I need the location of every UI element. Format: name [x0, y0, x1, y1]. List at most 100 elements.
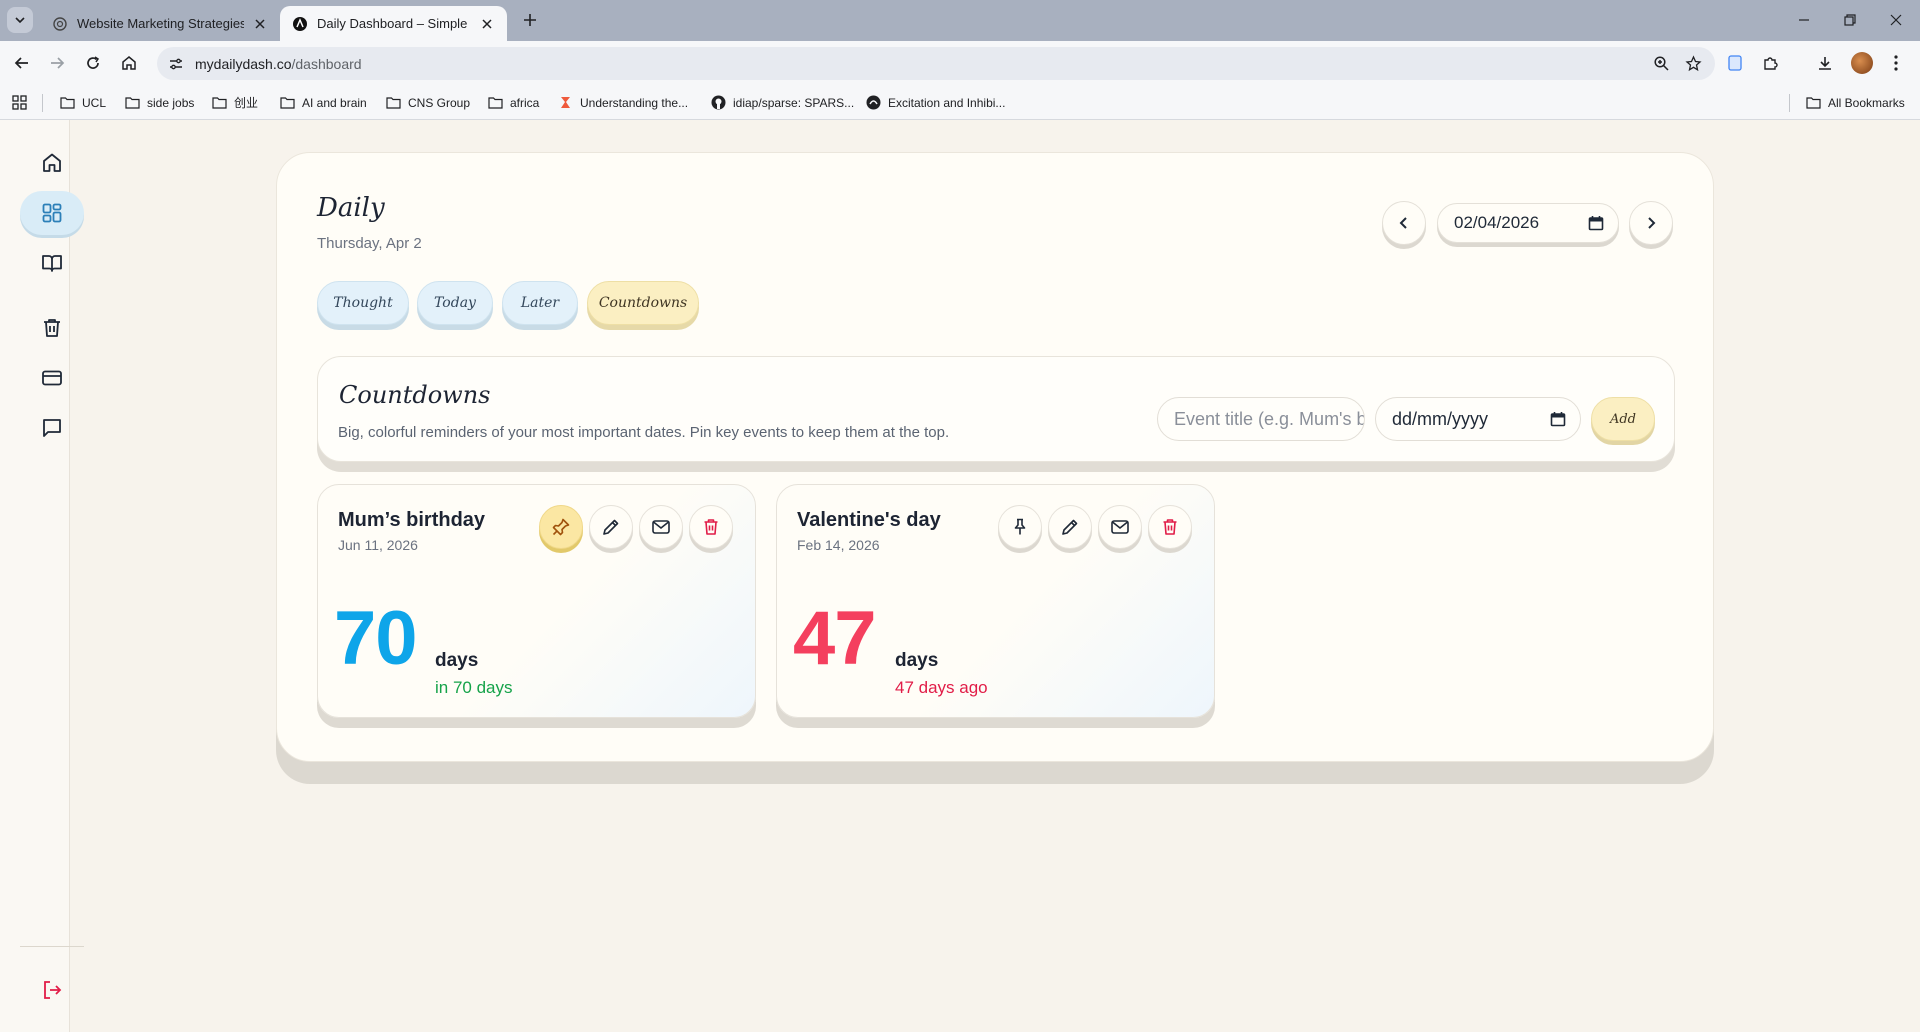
- bookmark-ai-and-brain[interactable]: AI and brain: [280, 85, 367, 120]
- email-button[interactable]: [1098, 505, 1142, 549]
- minimize-icon[interactable]: [1794, 10, 1814, 30]
- edit-button[interactable]: [589, 505, 633, 549]
- bookmark-label: idiap/sparse: SPARS...: [733, 95, 855, 110]
- event-date-input[interactable]: dd/mm/yyyy: [1375, 397, 1581, 441]
- folder-icon: [386, 97, 401, 109]
- calendar-icon[interactable]: [1588, 215, 1604, 231]
- profile-avatar[interactable]: [1851, 52, 1873, 74]
- sidebar: [0, 120, 84, 1032]
- pencil-icon: [603, 519, 619, 535]
- sidebar-item-journal[interactable]: [20, 241, 84, 285]
- browser-toolbar: mydailydash.co/dashboard: [0, 41, 1920, 85]
- event-date-placeholder: dd/mm/yyyy: [1392, 408, 1489, 429]
- all-bookmarks[interactable]: All Bookmarks: [1806, 85, 1905, 120]
- dashboard-grid-icon: [42, 203, 62, 223]
- bookmark-chuangye[interactable]: 创业: [212, 85, 258, 120]
- pin-button[interactable]: [998, 505, 1042, 549]
- bookmark-star-icon[interactable]: [1683, 54, 1703, 74]
- new-tab-plus-icon[interactable]: [520, 10, 540, 30]
- reload-icon: [87, 56, 100, 69]
- book-icon: [42, 255, 62, 272]
- sidebar-item-messages[interactable]: [20, 406, 84, 450]
- countdown-relative: in 70 days: [435, 678, 513, 697]
- email-button[interactable]: [639, 505, 683, 549]
- calendar-icon[interactable]: [1550, 411, 1566, 427]
- bookmark-excitation[interactable]: Excitation and Inhibi...: [866, 85, 1005, 120]
- bookmark-understanding[interactable]: Understanding the...: [558, 85, 688, 120]
- tab-countdowns[interactable]: Countdowns: [587, 281, 699, 325]
- bookmark-side-jobs[interactable]: side jobs: [125, 85, 194, 120]
- menu-kebab-icon[interactable]: [1884, 51, 1908, 75]
- browser-tab-dashboard[interactable]: Daily Dashboard – Simple Life &: [280, 6, 507, 41]
- apps-grid-icon[interactable]: [12, 85, 34, 120]
- downloads-icon[interactable]: [1813, 51, 1837, 75]
- countdown-date: Jun 11, 2026: [338, 537, 418, 553]
- bookmark-cns-group[interactable]: CNS Group: [386, 85, 470, 120]
- sidebar-item-billing[interactable]: [20, 356, 84, 400]
- tab-search-button[interactable]: [7, 7, 33, 33]
- pin-icon: [552, 518, 570, 536]
- tab-today[interactable]: Today: [417, 281, 493, 325]
- home-icon: [43, 153, 61, 172]
- countdown-date: Feb 14, 2026: [797, 537, 880, 553]
- tab-thought[interactable]: Thought: [317, 281, 409, 325]
- back-button[interactable]: [10, 51, 34, 75]
- home-button[interactable]: [117, 51, 141, 75]
- sidebar-item-trash[interactable]: [20, 306, 84, 350]
- bookmark-label: UCL: [82, 95, 107, 110]
- tab-title: Daily Dashboard – Simple Life &: [317, 16, 471, 31]
- close-icon[interactable]: [479, 16, 495, 32]
- daily-card: Daily Thursday, Apr 2 02/04/2026 Thought…: [276, 152, 1714, 762]
- site-info-icon[interactable]: [165, 53, 187, 75]
- app-favicon-icon: [293, 16, 307, 31]
- bookmark-idiap-sparse[interactable]: idiap/sparse: SPARS...: [711, 85, 854, 120]
- countdown-unit: days: [895, 650, 939, 671]
- sidebar-item-dashboard[interactable]: [20, 191, 84, 235]
- bookmark-label: 创业: [234, 96, 259, 110]
- address-bar[interactable]: mydailydash.co/dashboard: [157, 47, 1715, 80]
- browser-tab-marketing[interactable]: Website Marketing Strategies: [40, 6, 280, 41]
- doc-extension-icon[interactable]: [1723, 51, 1747, 75]
- delete-button[interactable]: [689, 505, 733, 549]
- forward-button[interactable]: [45, 51, 69, 75]
- extensions-puzzle-icon[interactable]: [1759, 51, 1783, 75]
- bookmark-label: side jobs: [147, 95, 195, 110]
- zoom-icon[interactable]: [1651, 54, 1671, 74]
- delete-button[interactable]: [1148, 505, 1192, 549]
- window-close-icon[interactable]: [1886, 10, 1906, 30]
- trash-icon: [44, 319, 60, 337]
- chevron-left-icon: [1399, 217, 1407, 229]
- url-host: mydailydash.co: [195, 55, 292, 72]
- next-day-button[interactable]: [1629, 201, 1673, 245]
- countdown-card: Valentine's day Feb 14, 2026 47 days 47 …: [776, 484, 1215, 718]
- countdowns-description: Big, colorful reminders of your most imp…: [338, 424, 950, 441]
- app-root: Daily Thursday, Apr 2 02/04/2026 Thought…: [0, 120, 1920, 1032]
- bookmark-ucl[interactable]: UCL: [60, 85, 106, 120]
- countdowns-title: Countdowns: [339, 381, 491, 409]
- date-picker[interactable]: 02/04/2026: [1437, 203, 1619, 243]
- prev-day-button[interactable]: [1382, 201, 1426, 245]
- folder-icon: [280, 97, 295, 109]
- bookmark-label: Excitation and Inhibi...: [888, 95, 1006, 110]
- event-title-input[interactable]: Event title (e.g. Mum's birthday): [1157, 397, 1365, 441]
- all-bookmarks-label: All Bookmarks: [1828, 95, 1905, 110]
- edit-button[interactable]: [1048, 505, 1092, 549]
- pin-button[interactable]: [539, 505, 583, 549]
- bookmark-africa[interactable]: africa: [488, 85, 539, 120]
- countdown-name: Valentine's day: [797, 509, 941, 531]
- folder-icon: [1806, 97, 1821, 109]
- sidebar-item-logout[interactable]: [20, 968, 84, 1012]
- date-picker-value: 02/04/2026: [1454, 213, 1540, 232]
- tab-later[interactable]: Later: [502, 281, 578, 325]
- reload-button[interactable]: [81, 51, 105, 75]
- countdown-unit: days: [435, 650, 479, 671]
- close-icon[interactable]: [252, 16, 268, 32]
- pin-icon: [1014, 518, 1026, 535]
- countdown-name: Mum’s birthday: [338, 509, 486, 531]
- restore-icon[interactable]: [1840, 10, 1860, 30]
- folder-icon: [60, 97, 75, 109]
- countdown-card: Mum’s birthday Jun 11, 2026 70 days in 7…: [317, 484, 756, 718]
- home-icon: [122, 56, 136, 70]
- sidebar-item-home[interactable]: [20, 141, 84, 185]
- add-countdown-button[interactable]: Add: [1591, 397, 1655, 441]
